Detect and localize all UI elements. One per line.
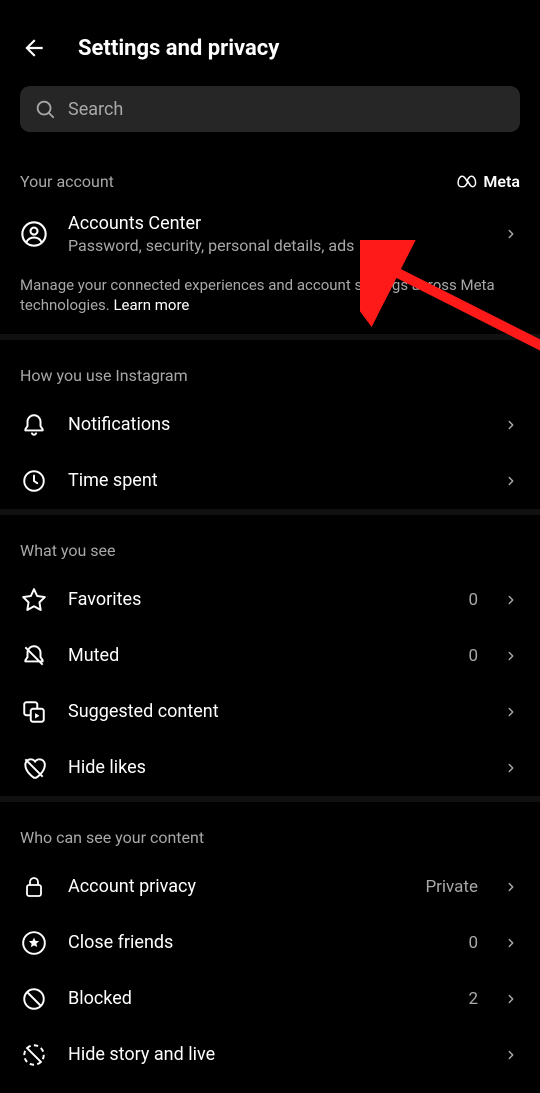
search-input[interactable]: Search: [20, 86, 520, 132]
time-spent-label: Time spent: [68, 470, 482, 491]
star-icon: [20, 586, 48, 614]
what-you-see-label: What you see: [20, 541, 116, 560]
bell-off-icon: [20, 642, 48, 670]
account-privacy-label: Account privacy: [68, 876, 405, 897]
how-you-use-header: How you use Instagram: [0, 340, 540, 385]
how-you-use-label: How you use Instagram: [20, 366, 188, 385]
meta-logo: Meta: [457, 172, 520, 191]
page-title: Settings and privacy: [78, 36, 279, 61]
lock-icon: [20, 873, 48, 901]
chevron-right-icon: [502, 1046, 520, 1064]
account-privacy-value: Private: [425, 877, 478, 897]
blocked-count: 2: [468, 989, 478, 1009]
heart-off-icon: [20, 754, 48, 782]
learn-more-link[interactable]: Learn more: [113, 296, 189, 314]
time-spent-row[interactable]: Time spent: [0, 453, 540, 509]
chevron-right-icon: [502, 416, 520, 434]
your-account-header: Your account Meta: [0, 132, 540, 191]
star-circle-icon: [20, 929, 48, 957]
muted-row[interactable]: Muted 0: [0, 628, 540, 684]
close-friends-label: Close friends: [68, 932, 448, 953]
who-can-see-header: Who can see your content: [0, 802, 540, 847]
chevron-right-icon: [502, 990, 520, 1008]
chevron-right-icon: [502, 591, 520, 609]
hide-story-label: Hide story and live: [68, 1044, 482, 1065]
bell-icon: [20, 411, 48, 439]
account-privacy-row[interactable]: Account privacy Private: [0, 847, 540, 915]
chevron-right-icon: [502, 703, 520, 721]
block-icon: [20, 985, 48, 1013]
search-placeholder: Search: [68, 99, 123, 120]
chevron-right-icon: [502, 225, 520, 243]
chevron-right-icon: [502, 759, 520, 777]
suggested-content-label: Suggested content: [68, 701, 482, 722]
hide-story-row[interactable]: Hide story and live: [0, 1027, 540, 1083]
notifications-label: Notifications: [68, 414, 482, 435]
meta-brand-text: Meta: [483, 172, 520, 191]
accounts-center-row[interactable]: Accounts Center Password, security, pers…: [0, 191, 540, 269]
your-account-label: Your account: [20, 172, 114, 191]
favorites-row[interactable]: Favorites 0: [0, 560, 540, 628]
accounts-center-sub: Password, security, personal details, ad…: [68, 236, 482, 255]
favorites-count: 0: [468, 590, 478, 610]
header-bar: Settings and privacy: [0, 0, 540, 80]
chevron-right-icon: [502, 878, 520, 896]
arrow-left-icon: [21, 35, 47, 61]
hide-likes-label: Hide likes: [68, 757, 482, 778]
account-description: Manage your connected experiences and ac…: [0, 269, 540, 334]
close-friends-count: 0: [468, 933, 478, 953]
blocked-row[interactable]: Blocked 2: [0, 971, 540, 1027]
suggested-content-row[interactable]: Suggested content: [0, 684, 540, 740]
muted-label: Muted: [68, 645, 448, 666]
what-you-see-header: What you see: [0, 515, 540, 560]
chevron-right-icon: [502, 647, 520, 665]
accounts-center-title: Accounts Center: [68, 213, 482, 234]
back-button[interactable]: [20, 34, 48, 62]
account-desc-text: Manage your connected experiences and ac…: [20, 276, 495, 314]
favorites-label: Favorites: [68, 589, 448, 610]
chevron-right-icon: [502, 472, 520, 490]
chevron-right-icon: [502, 934, 520, 952]
muted-count: 0: [468, 646, 478, 666]
close-friends-row[interactable]: Close friends 0: [0, 915, 540, 971]
who-can-see-label: Who can see your content: [20, 828, 204, 847]
search-icon: [34, 98, 56, 120]
story-off-icon: [20, 1041, 48, 1069]
hide-likes-row[interactable]: Hide likes: [0, 740, 540, 796]
notifications-row[interactable]: Notifications: [0, 385, 540, 453]
person-circle-icon: [20, 220, 48, 248]
media-icon: [20, 698, 48, 726]
clock-icon: [20, 467, 48, 495]
blocked-label: Blocked: [68, 988, 448, 1009]
meta-icon: [457, 175, 479, 189]
